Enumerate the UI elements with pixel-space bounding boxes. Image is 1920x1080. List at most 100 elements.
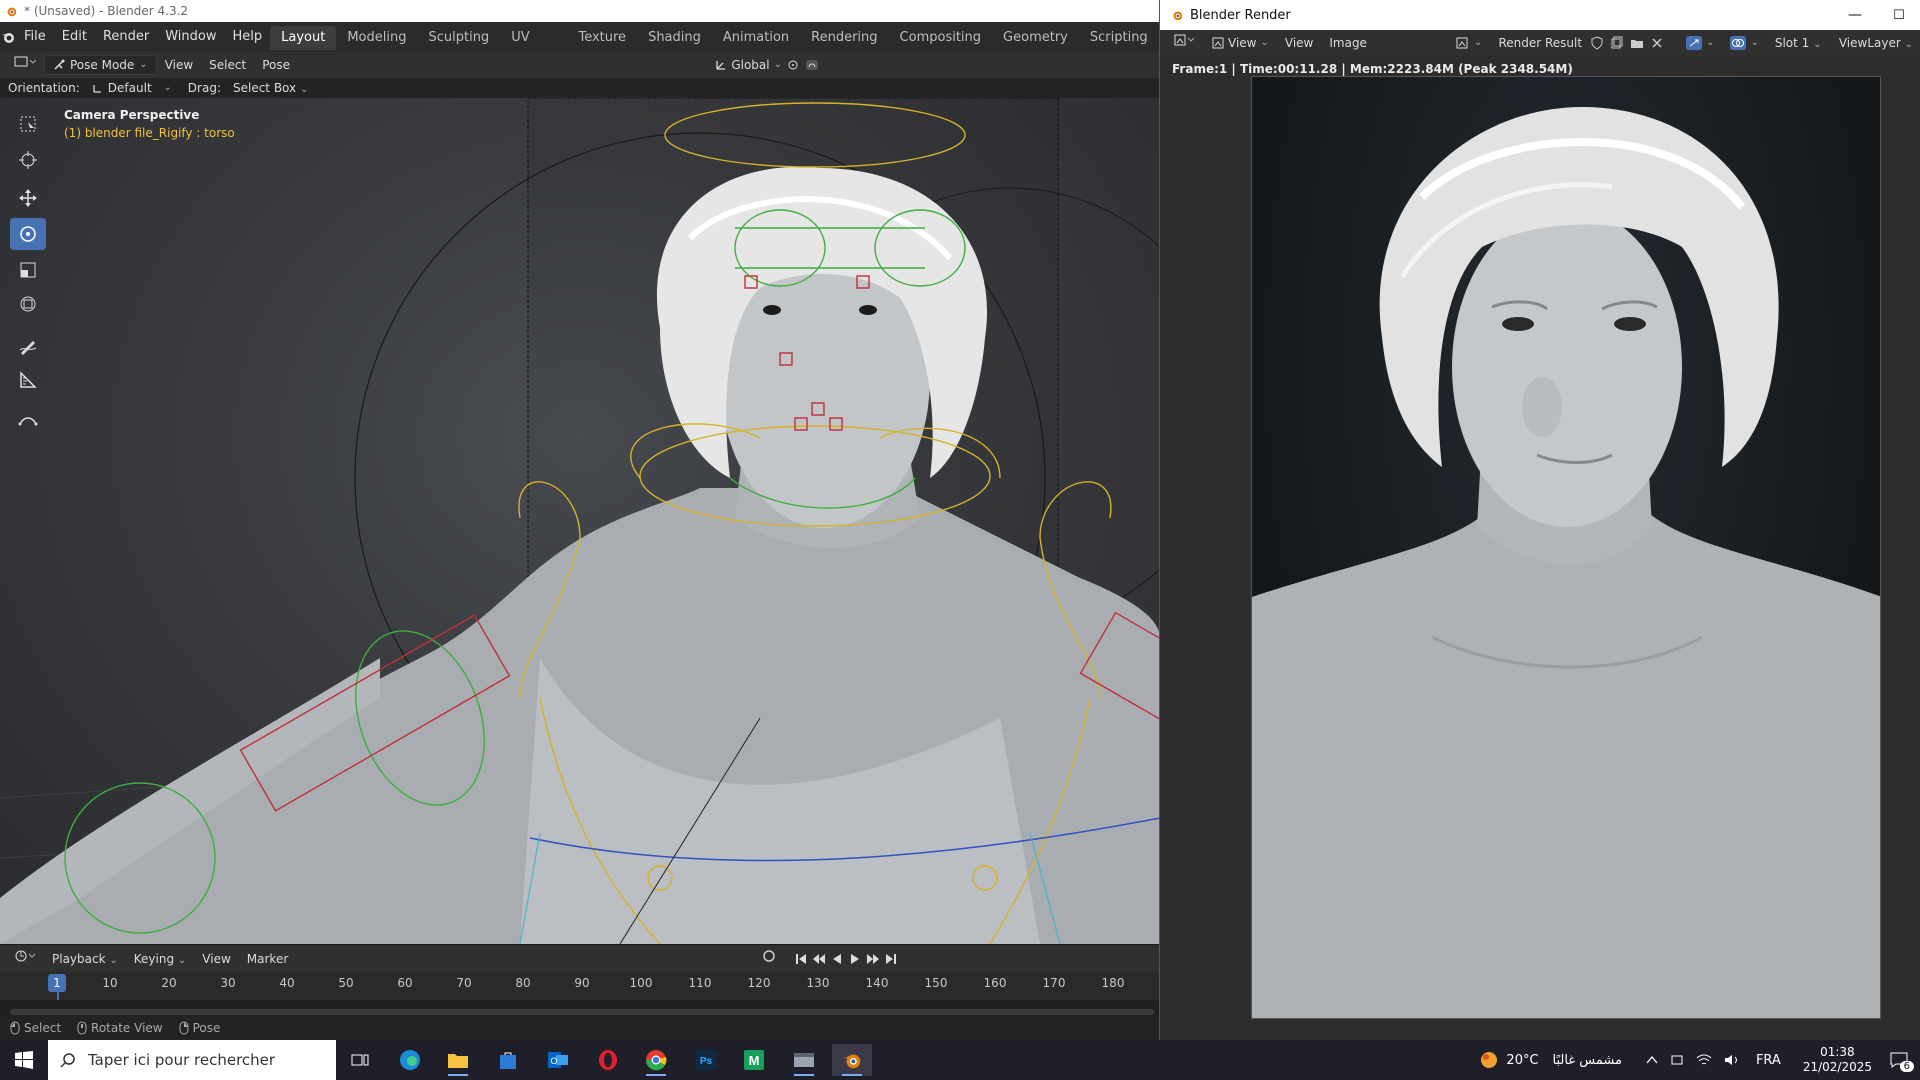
timeline-marker-menu[interactable]: Marker — [239, 949, 296, 969]
task-view-icon[interactable] — [340, 1044, 380, 1076]
file-explorer-icon[interactable] — [438, 1044, 478, 1076]
weather-icon — [1481, 1052, 1498, 1068]
menu-select[interactable]: Select — [201, 55, 254, 75]
tab-layout[interactable]: Layout — [270, 26, 337, 50]
image-browse-button[interactable]: ⌄ — [1448, 33, 1490, 53]
tab-shading[interactable]: Shading — [637, 26, 712, 50]
volume-icon[interactable] — [1724, 1053, 1740, 1067]
wifi-icon[interactable] — [1696, 1053, 1712, 1067]
select-box-tool-icon[interactable] — [10, 108, 46, 140]
jump-start-icon[interactable] — [794, 952, 808, 966]
playback-dropdown[interactable]: Playback ⌄ — [44, 949, 126, 969]
gizmo-icon — [1686, 36, 1703, 50]
taskbar-search-input[interactable]: Taper ici pour rechercher — [48, 1040, 336, 1080]
tab-sculpting[interactable]: Sculpting — [417, 26, 500, 50]
play-icon[interactable] — [848, 952, 862, 966]
language-indicator[interactable]: FRA — [1756, 1053, 1781, 1068]
meet-now-icon[interactable] — [1670, 1053, 1684, 1067]
timeline-ruler[interactable]: 1 10 20 30 40 50 60 70 80 90 100 110 120… — [0, 972, 1160, 1018]
blender-taskbar-icon[interactable] — [832, 1044, 872, 1076]
render-image-menu[interactable]: Image — [1321, 33, 1375, 53]
transform-orientation-dropdown[interactable]: Global ⌄ — [707, 55, 830, 75]
auto-keying-icon[interactable] — [754, 949, 784, 969]
tab-scripting[interactable]: Scripting — [1079, 26, 1159, 50]
3d-viewport[interactable] — [0, 98, 1160, 944]
new-image-icon[interactable] — [1610, 36, 1624, 50]
keying-dropdown[interactable]: Keying ⌄ — [126, 949, 195, 969]
malwarebytes-icon[interactable]: M — [734, 1044, 774, 1076]
app-window-icon[interactable] — [784, 1044, 824, 1076]
render-canvas[interactable] — [1160, 56, 1920, 1040]
weather-widget[interactable]: 20°C مشمس غالبًا — [1478, 1049, 1622, 1071]
menu-render[interactable]: Render — [95, 22, 157, 52]
rotate-tool-icon[interactable] — [10, 218, 46, 250]
gizmo-toggle[interactable]: ⌄ — [1678, 33, 1722, 53]
slot-dropdown[interactable]: Slot 1 ⌄ — [1767, 33, 1831, 53]
fake-user-icon[interactable] — [1590, 36, 1604, 50]
jump-end-icon[interactable] — [884, 952, 898, 966]
annotate-tool-icon[interactable] — [10, 330, 46, 362]
tab-geometry-nodes[interactable]: Geometry Nodes — [992, 26, 1079, 69]
minimize-icon[interactable]: — — [1833, 7, 1877, 23]
mouse-right-icon — [179, 1021, 189, 1035]
tab-texture-paint[interactable]: Texture Paint — [567, 26, 637, 69]
measure-tool-icon[interactable] — [10, 364, 46, 396]
frame-tick: 50 — [338, 976, 354, 990]
editor-type-button[interactable] — [6, 55, 44, 75]
prev-keyframe-icon[interactable] — [812, 952, 826, 966]
photoshop-icon[interactable]: Ps — [686, 1044, 726, 1076]
maximize-icon[interactable]: ☐ — [1877, 8, 1920, 23]
timeline-scrollbar[interactable] — [10, 1009, 1155, 1015]
scale-tool-icon[interactable] — [10, 254, 46, 286]
tab-modeling[interactable]: Modeling — [336, 26, 417, 50]
camera-perspective-label: Camera Perspective — [64, 108, 200, 122]
tab-animation[interactable]: Animation — [712, 26, 800, 50]
relax-pose-tool-icon[interactable] — [10, 404, 46, 436]
timeline-view-menu[interactable]: View — [194, 949, 238, 969]
timeline-editor-type-icon[interactable] — [6, 949, 44, 969]
view-mode-dropdown[interactable]: View ⌄ — [1204, 33, 1277, 53]
tray-overflow-icon[interactable] — [1646, 1055, 1658, 1065]
overlay-toggle[interactable]: ⌄ — [1722, 33, 1766, 53]
cursor-tool-icon[interactable] — [10, 144, 46, 176]
menu-pose[interactable]: Pose — [254, 55, 298, 75]
tool-settings-bar: Orientation: Default ⌄ Drag: Select Box … — [0, 78, 1160, 98]
move-tool-icon[interactable] — [10, 182, 46, 214]
mode-dropdown[interactable]: Pose Mode — [44, 55, 157, 75]
open-folder-icon[interactable] — [1630, 36, 1644, 50]
transform-tool-icon[interactable] — [10, 288, 46, 320]
menu-window[interactable]: Window — [157, 22, 224, 52]
opera-icon[interactable] — [588, 1044, 628, 1076]
windows-start-icon[interactable] — [0, 1051, 48, 1069]
outlook-icon[interactable]: O — [538, 1044, 578, 1076]
notifications-icon[interactable]: 6 — [1890, 1052, 1914, 1072]
pivot-snap-icons[interactable] — [786, 58, 822, 72]
clock[interactable]: 01:38 21/02/2025 — [1803, 1045, 1872, 1075]
unlink-icon[interactable] — [1650, 36, 1664, 50]
edge-icon[interactable] — [390, 1044, 430, 1076]
blender-menu-icon[interactable] — [0, 29, 16, 45]
menu-edit[interactable]: Edit — [54, 22, 95, 52]
status-select: Select — [10, 1021, 61, 1035]
drag-dropdown[interactable]: Select Box ⌄ — [225, 78, 316, 98]
chrome-icon[interactable] — [636, 1044, 676, 1076]
tab-rendering[interactable]: Rendering — [800, 26, 888, 50]
orientation-dropdown[interactable]: Default ⌄ — [84, 78, 180, 98]
image-editor-type-icon[interactable] — [1166, 33, 1204, 53]
menu-file[interactable]: File — [16, 22, 54, 52]
menu-help[interactable]: Help — [225, 22, 271, 52]
render-result-field[interactable]: Render Result — [1490, 33, 1590, 53]
view-layer-dropdown[interactable]: ViewLayer ⌄ — [1831, 33, 1920, 53]
tab-compositing[interactable]: Compositing — [889, 26, 993, 50]
menu-view[interactable]: View — [157, 55, 201, 75]
next-keyframe-icon[interactable] — [866, 952, 880, 966]
window-title: * (Unsaved) - Blender 4.3.2 — [24, 4, 189, 18]
store-icon[interactable] — [488, 1044, 528, 1076]
frame-tick: 100 — [629, 976, 653, 990]
render-window-title: Blender Render — [1190, 7, 1291, 23]
play-reverse-icon[interactable] — [830, 952, 844, 966]
image-editor-header: View ⌄ View Image ⌄ Render Result ⌄ ⌄ Slo… — [1160, 30, 1920, 56]
render-view-menu[interactable]: View — [1277, 33, 1321, 53]
current-frame-indicator[interactable]: 1 — [48, 974, 66, 992]
tab-uv-editing[interactable]: UV Editing — [500, 26, 567, 69]
